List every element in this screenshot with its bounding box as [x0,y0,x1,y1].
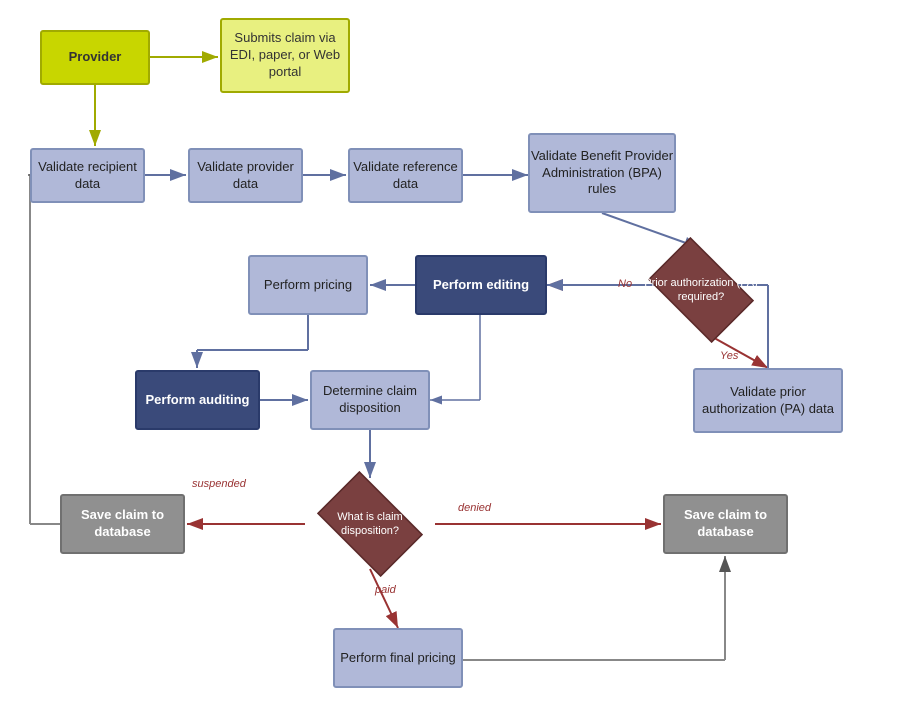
validate-recipient-node: Validate recipient data [30,148,145,203]
perform-pricing-node: Perform pricing [248,255,368,315]
provider-node: Provider [40,30,150,85]
no-label: No [618,278,632,290]
suspended-label: suspended [192,478,246,490]
yes-label: Yes [720,350,738,362]
claim-disposition-diamond: What is claim disposition? [305,479,435,569]
save-claim-denied-node: Save claim to database [663,494,788,554]
perform-editing-node: Perform editing [415,255,547,315]
paid-label: paid [375,584,396,596]
perform-final-pricing-node: Perform final pricing [333,628,463,688]
diagram: Provider Submits claim via EDI, paper, o… [0,0,898,724]
validate-bpa-node: Validate Benefit Provider Administration… [528,133,676,213]
arrows-layer [0,0,898,724]
save-claim-suspended-node: Save claim to database [60,494,185,554]
validate-reference-node: Validate reference data [348,148,463,203]
prior-auth-diamond: Prior authorization (PA) required? [636,245,766,335]
perform-auditing-node: Perform auditing [135,370,260,430]
determine-disposition-node: Determine claim disposition [310,370,430,430]
validate-pa-node: Validate prior authorization (PA) data [693,368,843,433]
denied-label: denied [458,502,491,514]
validate-provider-node: Validate provider data [188,148,303,203]
submits-claim-node: Submits claim via EDI, paper, or Web por… [220,18,350,93]
